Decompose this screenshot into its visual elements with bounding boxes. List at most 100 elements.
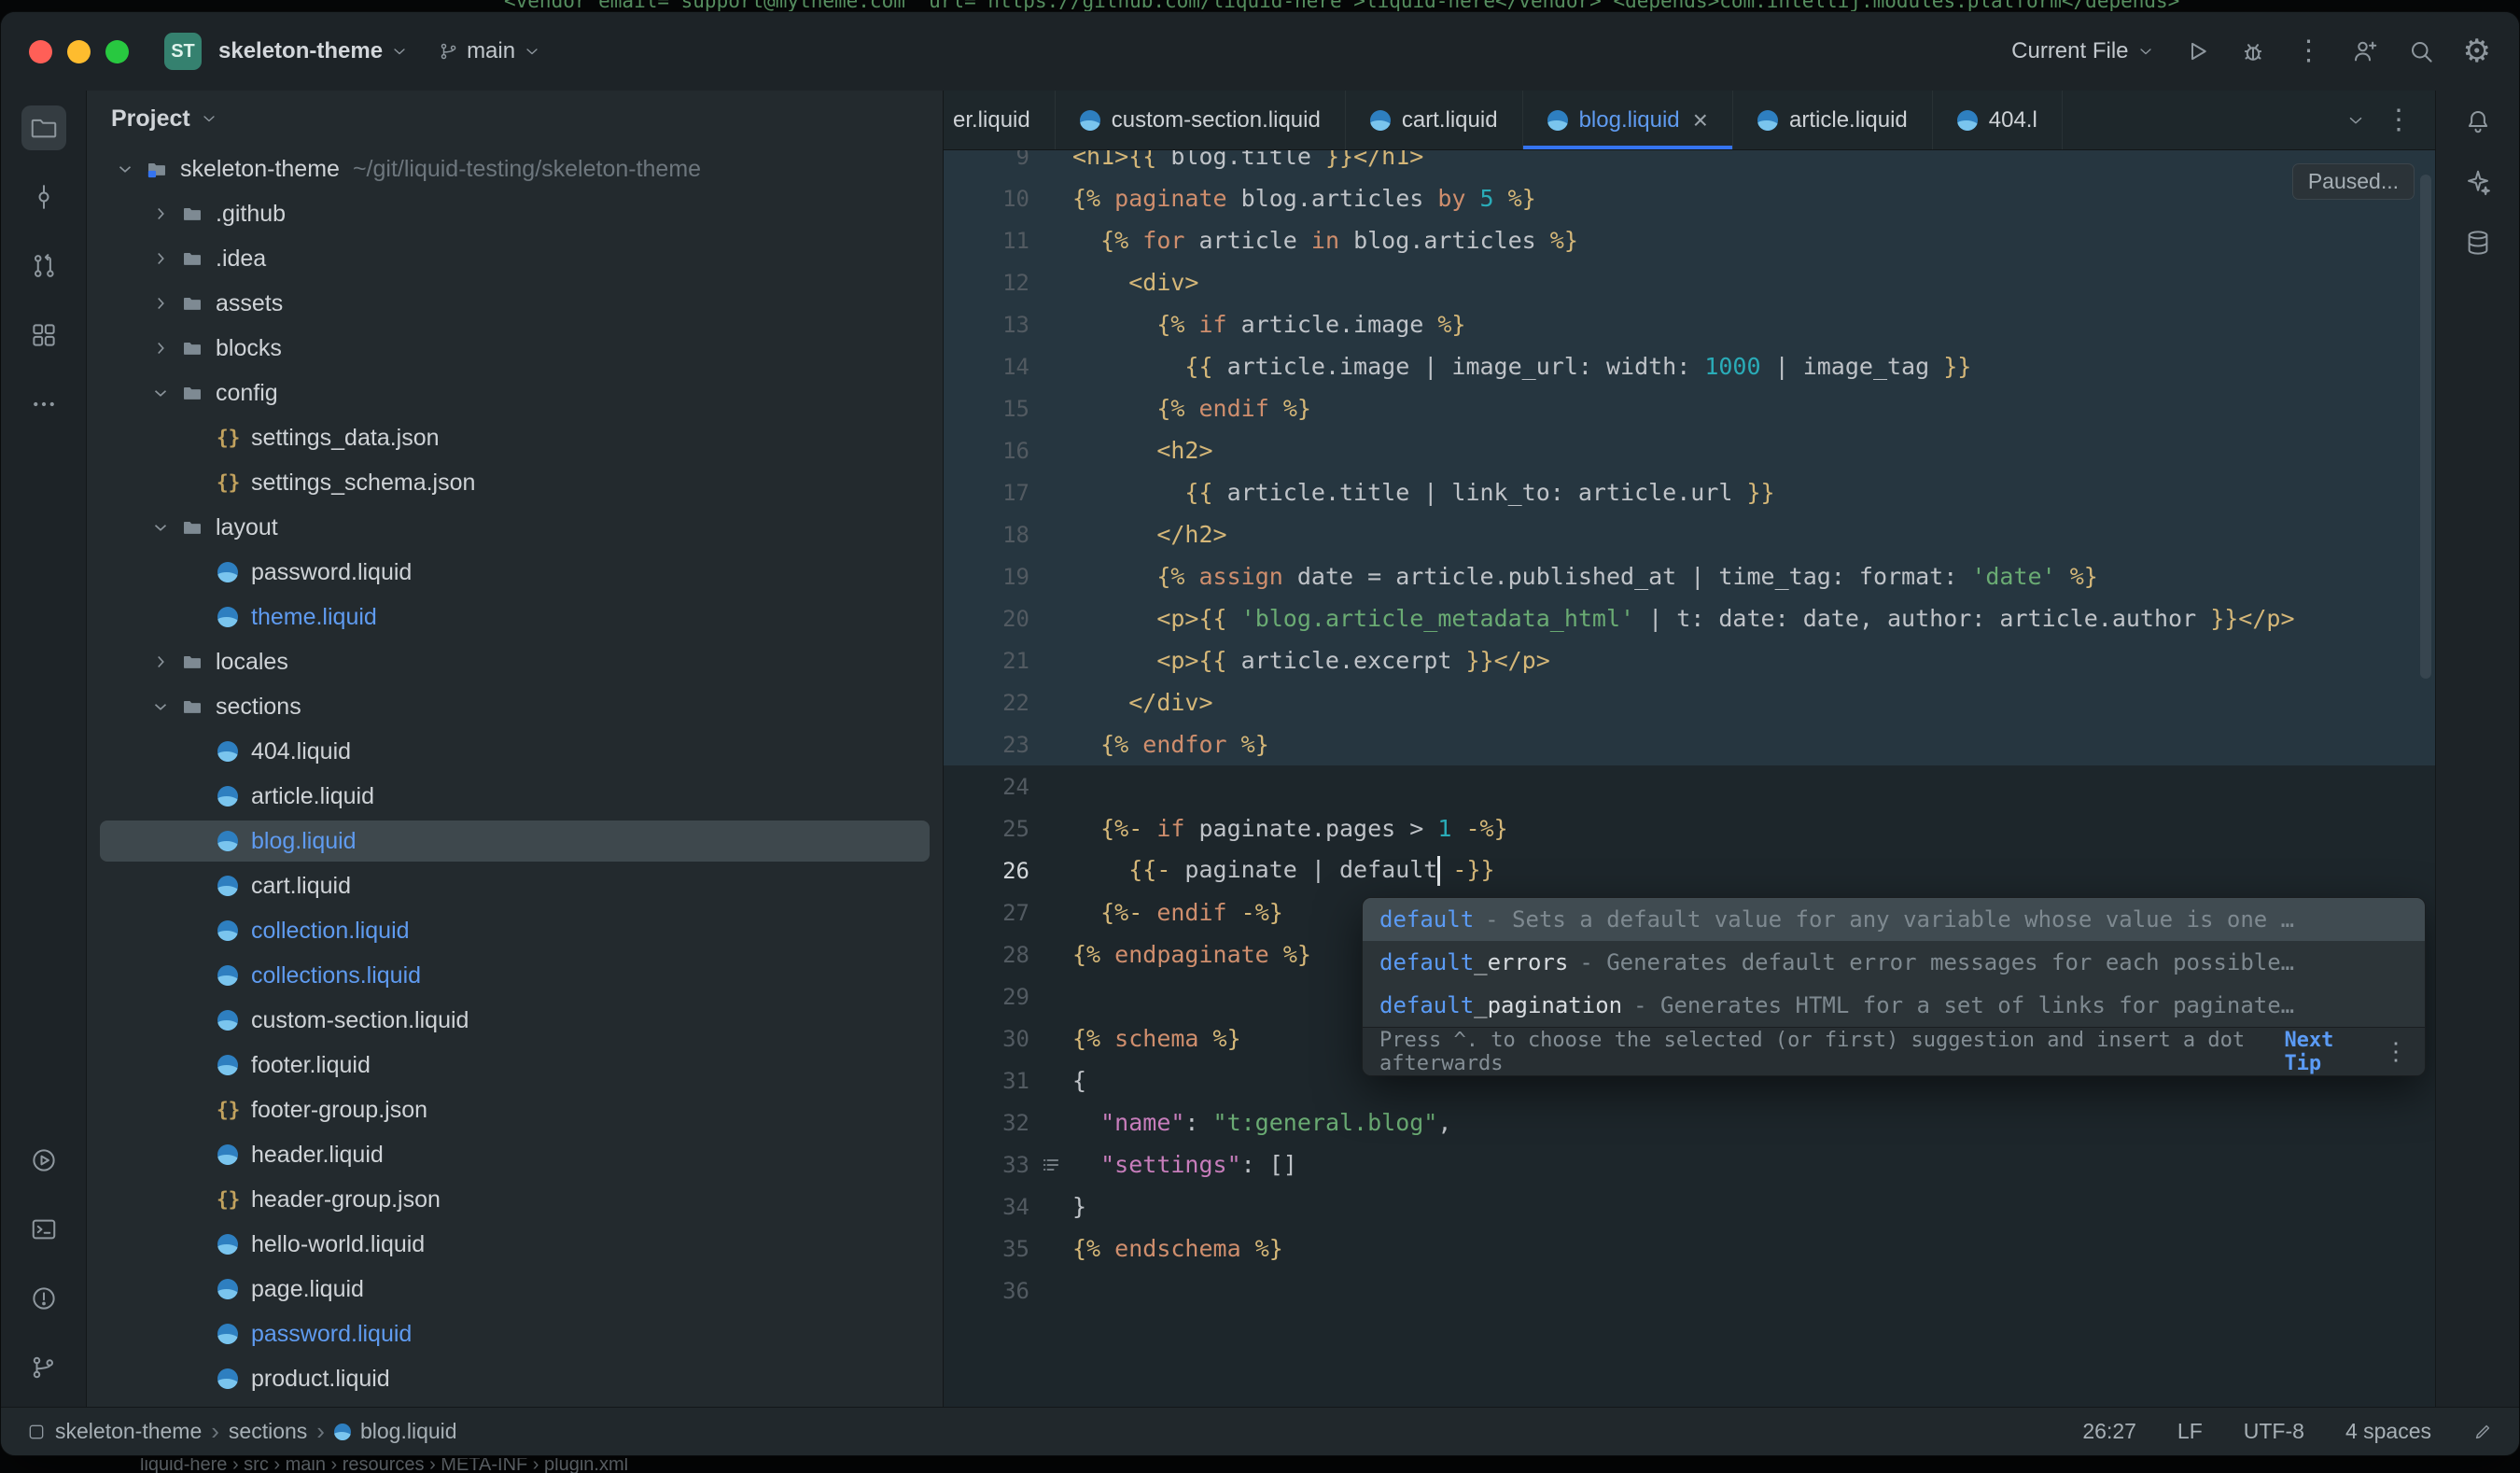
editor-scrollbar[interactable] bbox=[2420, 175, 2431, 679]
tree-item-header-group.json[interactable]: {}header-group.json bbox=[87, 1177, 943, 1222]
code-line-18[interactable]: 18 </h2> bbox=[944, 513, 2435, 555]
list-icon[interactable] bbox=[1041, 1155, 1061, 1175]
file-encoding[interactable]: UTF-8 bbox=[2244, 1419, 2304, 1444]
tree-item-header.liquid[interactable]: header.liquid bbox=[87, 1132, 943, 1177]
toolwindow-notifications-button[interactable] bbox=[2464, 107, 2492, 140]
code-line-21[interactable]: 21 <p>{{ article.excerpt }}</p> bbox=[944, 639, 2435, 681]
code-line-11[interactable]: 11 {% for article in blog.articles %} bbox=[944, 219, 2435, 261]
code-line-10[interactable]: 10{% paginate blog.articles by 5 %} bbox=[944, 177, 2435, 219]
code-line-19[interactable]: 19 {% assign date = article.published_at… bbox=[944, 555, 2435, 597]
debug-icon[interactable] bbox=[2239, 37, 2267, 65]
code-line-32[interactable]: 32 "name": "t:general.blog", bbox=[944, 1101, 2435, 1143]
tree-item-404.liquid[interactable]: 404.liquid bbox=[87, 729, 943, 774]
close-window-button[interactable] bbox=[29, 40, 52, 63]
indent-style[interactable]: 4 spaces bbox=[2345, 1419, 2431, 1444]
code-line-16[interactable]: 16 <h2> bbox=[944, 429, 2435, 471]
code-line-9[interactable]: 9<h1>{{ blog.title }}</h1> bbox=[944, 150, 2435, 177]
chevron-down-icon[interactable] bbox=[145, 517, 176, 538]
tree-item-blocks[interactable]: blocks bbox=[87, 326, 943, 371]
tree-item-assets[interactable]: assets bbox=[87, 281, 943, 326]
zoom-window-button[interactable] bbox=[105, 40, 129, 63]
editor-tab-custom-section.liquid[interactable]: custom-section.liquid bbox=[1056, 91, 1346, 149]
code-line-35[interactable]: 35{% endschema %} bbox=[944, 1228, 2435, 1270]
editor-tab-article.liquid[interactable]: article.liquid bbox=[1733, 91, 1933, 149]
breadcrumb-item-sections[interactable]: sections bbox=[229, 1419, 307, 1444]
toolwindow-version-control-button[interactable] bbox=[21, 1345, 66, 1390]
toolwindow-problems-button[interactable] bbox=[21, 1276, 66, 1321]
code-line-26[interactable]: 26 {{- paginate | default -}} bbox=[944, 849, 2435, 891]
tree-item-page.liquid[interactable]: page.liquid bbox=[87, 1267, 943, 1312]
toolwindow-terminal-button[interactable] bbox=[21, 1207, 66, 1252]
chevron-down-icon[interactable] bbox=[200, 109, 218, 128]
toolwindow-modules-button[interactable] bbox=[21, 313, 66, 358]
chevron-down-icon[interactable] bbox=[145, 383, 176, 403]
tree-item-blog.liquid[interactable]: blog.liquid bbox=[87, 819, 943, 863]
tree-item-custom-section.liquid[interactable]: custom-section.liquid bbox=[87, 998, 943, 1043]
tree-item-password.liquid[interactable]: password.liquid bbox=[87, 550, 943, 595]
toolwindow-project-button[interactable] bbox=[21, 105, 66, 150]
completion-item-default_pagination[interactable]: default_pagination- Generates HTML for a… bbox=[1363, 984, 2425, 1027]
settings-gear-icon[interactable]: ⚙ bbox=[2463, 35, 2491, 67]
editor-tab-blog.liquid[interactable]: blog.liquid× bbox=[1523, 91, 1733, 149]
tree-item-theme.liquid[interactable]: theme.liquid bbox=[87, 595, 943, 639]
tree-item-password.liquid[interactable]: password.liquid bbox=[87, 1312, 943, 1356]
code-line-15[interactable]: 15 {% endif %} bbox=[944, 387, 2435, 429]
completion-item-default_errors[interactable]: default_errors- Generates default error … bbox=[1363, 941, 2425, 984]
code-line-23[interactable]: 23 {% endfor %} bbox=[944, 723, 2435, 765]
chevron-right-icon[interactable] bbox=[145, 338, 176, 358]
tree-item-footer.liquid[interactable]: footer.liquid bbox=[87, 1043, 943, 1087]
caret-position[interactable]: 26:27 bbox=[2082, 1419, 2136, 1444]
toolwindow-commit-button[interactable] bbox=[21, 175, 66, 219]
minimize-window-button[interactable] bbox=[67, 40, 91, 63]
search-icon[interactable] bbox=[2407, 37, 2435, 65]
tree-item-cart.liquid[interactable]: cart.liquid bbox=[87, 863, 943, 908]
tree-item-footer-group.json[interactable]: {}footer-group.json bbox=[87, 1087, 943, 1132]
tree-item-config[interactable]: config bbox=[87, 371, 943, 415]
code-line-17[interactable]: 17 {{ article.title | link_to: article.u… bbox=[944, 471, 2435, 513]
code-line-33[interactable]: 33 "settings": [] bbox=[944, 1143, 2435, 1185]
next-tip-link[interactable]: Next Tip bbox=[2284, 1029, 2373, 1075]
code-line-34[interactable]: 34} bbox=[944, 1185, 2435, 1228]
tree-item-skeleton-theme[interactable]: skeleton-theme~/git/liquid-testing/skele… bbox=[87, 147, 943, 191]
code-line-12[interactable]: 12 <div> bbox=[944, 261, 2435, 303]
tab-options-icon[interactable]: ⋮ bbox=[2385, 106, 2413, 134]
chevron-right-icon[interactable] bbox=[145, 293, 176, 314]
chevron-down-icon[interactable] bbox=[145, 696, 176, 717]
write-access-icon[interactable] bbox=[2472, 1422, 2493, 1442]
tree-item-sections[interactable]: sections bbox=[87, 684, 943, 729]
breadcrumb-item-blog.liquid[interactable]: blog.liquid bbox=[334, 1419, 457, 1444]
tree-item-collections.liquid[interactable]: collections.liquid bbox=[87, 953, 943, 998]
branch-selector[interactable]: main bbox=[439, 38, 541, 64]
code-line-14[interactable]: 14 {{ article.image | image_url: width: … bbox=[944, 345, 2435, 387]
toolwindow-pull-request-button[interactable] bbox=[21, 244, 66, 288]
chevron-right-icon[interactable] bbox=[145, 652, 176, 672]
run-configuration-selector[interactable]: Current File bbox=[2011, 38, 2154, 64]
more-actions-icon[interactable]: ⋮ bbox=[2295, 37, 2323, 65]
chevron-right-icon[interactable] bbox=[145, 203, 176, 224]
tree-item-collection.liquid[interactable]: collection.liquid bbox=[87, 908, 943, 953]
add-user-icon[interactable] bbox=[2351, 37, 2379, 65]
editor-tab-404.l[interactable]: 404.l bbox=[1933, 91, 2063, 149]
code-line-20[interactable]: 20 <p>{{ 'blog.article_metadata_html' | … bbox=[944, 597, 2435, 639]
editor-tab-er.liquid[interactable]: er.liquid bbox=[944, 91, 1056, 149]
chevron-down-icon[interactable] bbox=[109, 159, 141, 179]
completion-item-default[interactable]: default- Sets a default value for any va… bbox=[1363, 898, 2425, 941]
paused-status-badge[interactable]: Paused... bbox=[2292, 163, 2415, 200]
code-line-22[interactable]: 22 </div> bbox=[944, 681, 2435, 723]
toolwindow-services-button[interactable] bbox=[21, 1138, 66, 1183]
tab-list-dropdown-icon[interactable] bbox=[2345, 110, 2366, 131]
chevron-right-icon[interactable] bbox=[145, 248, 176, 269]
run-icon[interactable] bbox=[2183, 37, 2211, 65]
tree-item-hello-world.liquid[interactable]: hello-world.liquid bbox=[87, 1222, 943, 1267]
tree-item-article.liquid[interactable]: article.liquid bbox=[87, 774, 943, 819]
tree-item-.idea[interactable]: .idea bbox=[87, 236, 943, 281]
breadcrumb-item-skeleton-theme[interactable]: skeleton-theme bbox=[27, 1419, 202, 1444]
code-line-25[interactable]: 25 {%- if paginate.pages > 1 -%} bbox=[944, 807, 2435, 849]
editor-tab-cart.liquid[interactable]: cart.liquid bbox=[1346, 91, 1523, 149]
tree-item-locales[interactable]: locales bbox=[87, 639, 943, 684]
tree-item-.github[interactable]: .github bbox=[87, 191, 943, 236]
completion-options-icon[interactable]: ⋮ bbox=[2384, 1038, 2408, 1066]
code-line-24[interactable]: 24 bbox=[944, 765, 2435, 807]
tree-item-product.liquid[interactable]: product.liquid bbox=[87, 1356, 943, 1401]
tree-item-layout[interactable]: layout bbox=[87, 505, 943, 550]
